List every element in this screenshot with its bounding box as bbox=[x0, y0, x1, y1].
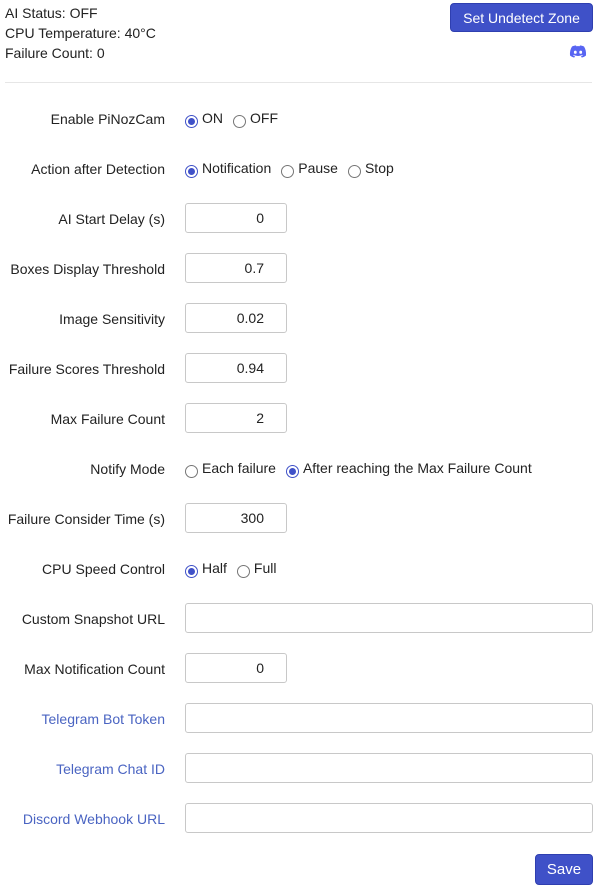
cpu-full-label: Full bbox=[253, 560, 277, 576]
action-row: Action after Detection Notification Paus… bbox=[0, 153, 597, 185]
cpu-full-radio[interactable]: Full bbox=[236, 560, 277, 578]
notify-mode-row: Notify Mode Each failure After reaching … bbox=[0, 453, 597, 485]
telegram-bot-token-input[interactable] bbox=[185, 703, 593, 733]
radio-unselected-icon[interactable] bbox=[233, 114, 246, 128]
max-failure-count-row: Max Failure Count bbox=[0, 403, 597, 435]
notify-each-failure-label: Each failure bbox=[202, 460, 276, 476]
cpu-half-radio[interactable]: Half bbox=[185, 560, 227, 578]
boxes-threshold-label: Boxes Display Threshold bbox=[10, 261, 165, 277]
ai-start-delay-input[interactable] bbox=[185, 203, 287, 233]
action-notification-radio[interactable]: Notification bbox=[185, 160, 272, 178]
status-panel: AI Status: OFF CPU Temperature: 40°C Fai… bbox=[5, 3, 156, 63]
save-button[interactable]: Save bbox=[535, 854, 593, 885]
failure-consider-time-label: Failure Consider Time (s) bbox=[7, 511, 165, 527]
telegram-bot-token-link[interactable]: Telegram Bot Token bbox=[42, 703, 165, 735]
image-sensitivity-input[interactable] bbox=[185, 303, 287, 333]
discord-icon[interactable] bbox=[569, 45, 587, 59]
radio-selected-icon[interactable] bbox=[185, 164, 198, 178]
custom-snapshot-url-label: Custom Snapshot URL bbox=[21, 611, 165, 627]
ai-start-delay-label: AI Start Delay (s) bbox=[58, 211, 165, 227]
max-failure-count-label: Max Failure Count bbox=[50, 411, 165, 427]
max-notification-count-row: Max Notification Count bbox=[0, 653, 597, 685]
notify-after-max-label: After reaching the Max Failure Count bbox=[302, 460, 532, 476]
telegram-chat-id-input[interactable] bbox=[185, 753, 593, 783]
discord-webhook-url-input[interactable] bbox=[185, 803, 593, 833]
radio-unselected-icon[interactable] bbox=[281, 164, 295, 178]
cpu-speed-label: CPU Speed Control bbox=[42, 561, 165, 577]
image-sensitivity-label: Image Sensitivity bbox=[59, 311, 165, 327]
radio-unselected-icon[interactable] bbox=[236, 564, 250, 578]
cpu-half-label: Half bbox=[202, 560, 227, 576]
cpu-speed-row: CPU Speed Control Half Full bbox=[0, 553, 597, 585]
failure-consider-time-row: Failure Consider Time (s) bbox=[0, 503, 597, 535]
failure-scores-threshold-label: Failure Scores Threshold bbox=[8, 361, 165, 377]
action-notification-label: Notification bbox=[202, 160, 272, 176]
action-pause-radio[interactable]: Pause bbox=[281, 160, 338, 178]
notify-mode-label: Notify Mode bbox=[90, 461, 165, 477]
telegram-chat-id-link[interactable]: Telegram Chat ID bbox=[56, 753, 165, 785]
enable-on-radio[interactable]: ON bbox=[185, 110, 223, 128]
notify-each-failure-radio[interactable]: Each failure bbox=[185, 460, 276, 478]
max-notification-count-label: Max Notification Count bbox=[24, 661, 165, 677]
action-stop-radio[interactable]: Stop bbox=[347, 160, 394, 178]
custom-snapshot-url-input[interactable] bbox=[185, 603, 593, 633]
image-sensitivity-row: Image Sensitivity bbox=[0, 303, 597, 335]
failure-scores-threshold-row: Failure Scores Threshold bbox=[0, 353, 597, 385]
radio-selected-icon[interactable] bbox=[185, 564, 198, 578]
failure-count-text: Failure Count: 0 bbox=[5, 45, 105, 61]
discord-webhook-url-row: Discord Webhook URL bbox=[0, 803, 597, 835]
enable-row: Enable PiNozCam ON OFF bbox=[0, 103, 597, 135]
set-undetect-zone-button[interactable]: Set Undetect Zone bbox=[450, 3, 593, 32]
boxes-threshold-row: Boxes Display Threshold bbox=[0, 253, 597, 285]
telegram-chat-id-row: Telegram Chat ID bbox=[0, 753, 597, 785]
enable-off-radio[interactable]: OFF bbox=[233, 110, 278, 128]
custom-snapshot-url-row: Custom Snapshot URL bbox=[0, 603, 597, 635]
failure-scores-threshold-input[interactable] bbox=[185, 353, 287, 383]
radio-unselected-icon[interactable] bbox=[185, 464, 198, 478]
enable-on-label: ON bbox=[202, 110, 223, 126]
enable-label: Enable PiNozCam bbox=[50, 111, 165, 127]
action-pause-label: Pause bbox=[298, 160, 338, 176]
cpu-temperature-text: CPU Temperature: 40°C bbox=[5, 25, 156, 41]
radio-selected-icon[interactable] bbox=[285, 464, 299, 478]
action-label: Action after Detection bbox=[31, 161, 165, 177]
max-failure-count-input[interactable] bbox=[185, 403, 287, 433]
radio-selected-icon[interactable] bbox=[185, 114, 198, 128]
boxes-threshold-input[interactable] bbox=[185, 253, 287, 283]
radio-unselected-icon[interactable] bbox=[347, 164, 361, 178]
ai-start-delay-row: AI Start Delay (s) bbox=[0, 203, 597, 235]
failure-consider-time-input[interactable] bbox=[185, 503, 287, 533]
ai-status-text: AI Status: OFF bbox=[5, 5, 98, 21]
enable-off-label: OFF bbox=[250, 110, 278, 126]
discord-webhook-url-link[interactable]: Discord Webhook URL bbox=[23, 803, 165, 835]
header-divider bbox=[5, 82, 592, 83]
notify-after-max-radio[interactable]: After reaching the Max Failure Count bbox=[285, 460, 532, 478]
action-stop-label: Stop bbox=[364, 160, 394, 176]
telegram-bot-token-row: Telegram Bot Token bbox=[0, 703, 597, 735]
max-notification-count-input[interactable] bbox=[185, 653, 287, 683]
